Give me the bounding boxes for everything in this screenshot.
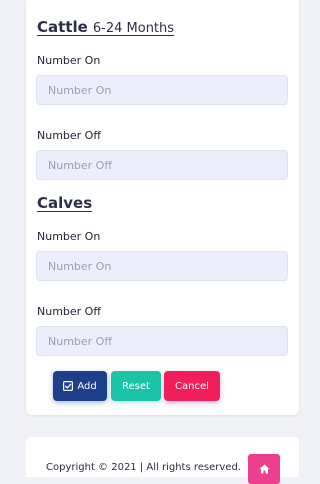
calves-number-on-input[interactable] — [36, 251, 288, 281]
reset-button[interactable]: Reset — [111, 371, 161, 401]
calves-number-off-input[interactable] — [36, 326, 288, 356]
home-button[interactable] — [248, 454, 280, 484]
cattle-age-range: 6-24 Months — [92, 21, 175, 36]
cattle-number-off-label: Number Off — [37, 129, 101, 142]
calves-title: Calves — [37, 194, 93, 212]
check-square-icon — [63, 381, 74, 391]
calves-number-off-label: Number Off — [37, 305, 101, 318]
calves-number-on-label: Number On — [37, 230, 101, 243]
cattle-title: Cattle — [37, 18, 88, 36]
cattle-section-title: Cattle 6-24 Months — [37, 17, 174, 36]
calves-section-title: Calves — [37, 193, 92, 212]
cancel-button-label: Cancel — [175, 380, 209, 392]
form-card: Cattle 6-24 Months Number On Number Off … — [26, 0, 299, 415]
cattle-number-on-label: Number On — [37, 54, 101, 67]
copyright-text: Copyright © 2021 | All rights reserved. — [46, 462, 241, 473]
add-button-label: Add — [77, 380, 97, 392]
cattle-number-on-input[interactable] — [36, 75, 288, 105]
footer: Copyright © 2021 | All rights reserved. — [26, 437, 299, 484]
home-icon — [259, 464, 269, 474]
reset-button-label: Reset — [122, 380, 150, 392]
cancel-button[interactable]: Cancel — [164, 371, 220, 401]
add-button[interactable]: Add — [53, 371, 107, 401]
cattle-number-off-input[interactable] — [36, 150, 288, 180]
